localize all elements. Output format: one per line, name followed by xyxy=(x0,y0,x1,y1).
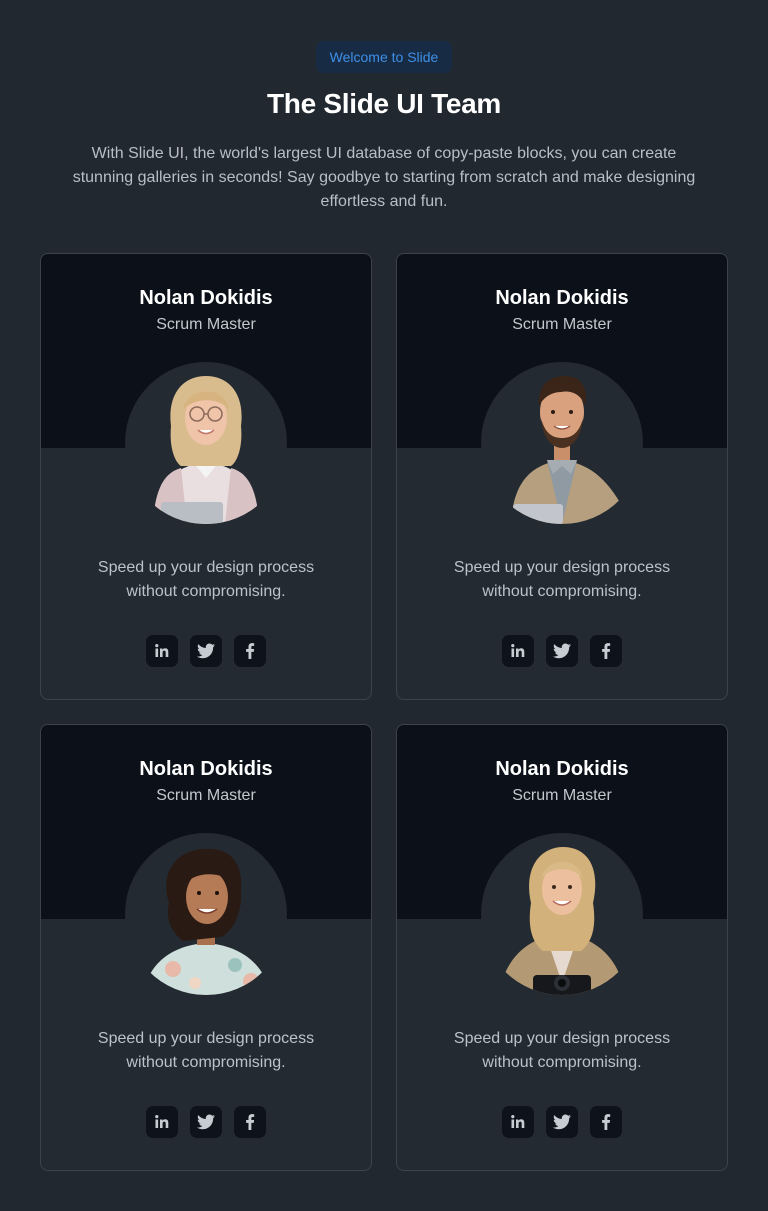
quote-line: Speed up your design process xyxy=(453,1030,671,1047)
facebook-button[interactable] xyxy=(590,1106,622,1138)
team-card: Nolan Dokidis Scrum Master Speed up your… xyxy=(40,724,372,1171)
member-quote: Speed up your design process without com… xyxy=(41,556,371,604)
twitter-button[interactable] xyxy=(190,635,222,667)
linkedin-button[interactable] xyxy=(146,635,178,667)
linkedin-icon xyxy=(511,1115,525,1128)
member-role: Scrum Master xyxy=(156,787,256,804)
quote-line: without compromising. xyxy=(126,1054,286,1071)
member-avatar xyxy=(125,362,287,524)
quote-line: Speed up your design process xyxy=(97,1030,315,1047)
twitter-button[interactable] xyxy=(546,635,578,667)
page-subtitle: With Slide UI, the world's largest UI da… xyxy=(72,145,696,210)
linkedin-button[interactable] xyxy=(502,1106,534,1138)
member-quote: Speed up your design process without com… xyxy=(397,1027,727,1075)
linkedin-icon xyxy=(155,644,169,657)
linkedin-button[interactable] xyxy=(146,1106,178,1138)
member-role: Scrum Master xyxy=(512,787,612,804)
twitter-icon xyxy=(197,1114,215,1130)
social-links xyxy=(502,635,624,667)
quote-line: without compromising. xyxy=(482,1054,642,1071)
quote-line: Speed up your design process xyxy=(97,559,315,576)
member-role: Scrum Master xyxy=(156,316,256,333)
facebook-button[interactable] xyxy=(234,635,266,667)
team-section: Welcome to Slide The Slide UI Team With … xyxy=(0,0,768,1211)
facebook-button[interactable] xyxy=(234,1106,266,1138)
twitter-button[interactable] xyxy=(190,1106,222,1138)
member-avatar xyxy=(481,362,643,524)
linkedin-icon xyxy=(511,644,525,657)
welcome-badge: Welcome to Slide xyxy=(316,41,452,73)
team-card: Nolan Dokidis Scrum Master Speed up your… xyxy=(40,253,372,700)
facebook-button[interactable] xyxy=(590,635,622,667)
twitter-icon xyxy=(553,643,571,659)
quote-line: Speed up your design process xyxy=(453,559,671,576)
team-card: Nolan Dokidis Scrum Master Speed up your… xyxy=(396,253,728,700)
quote-line: without compromising. xyxy=(126,583,286,600)
member-avatar xyxy=(481,833,643,995)
member-name: Nolan Dokidis xyxy=(139,287,273,309)
member-avatar xyxy=(125,833,287,995)
quote-line: without compromising. xyxy=(482,583,642,600)
member-name: Nolan Dokidis xyxy=(495,758,629,780)
linkedin-icon xyxy=(155,1115,169,1128)
member-name: Nolan Dokidis xyxy=(495,287,629,309)
twitter-icon xyxy=(553,1114,571,1130)
page-title: The Slide UI Team xyxy=(267,88,501,119)
twitter-icon xyxy=(197,643,215,659)
member-role: Scrum Master xyxy=(512,316,612,333)
facebook-icon xyxy=(246,643,255,659)
member-quote: Speed up your design process without com… xyxy=(397,556,727,604)
member-quote: Speed up your design process without com… xyxy=(41,1027,371,1075)
twitter-button[interactable] xyxy=(546,1106,578,1138)
team-card: Nolan Dokidis Scrum Master Speed up your… xyxy=(396,724,728,1171)
facebook-icon xyxy=(602,1114,611,1130)
social-links xyxy=(146,635,268,667)
facebook-icon xyxy=(602,643,611,659)
social-links xyxy=(146,1106,268,1138)
facebook-icon xyxy=(246,1114,255,1130)
member-name: Nolan Dokidis xyxy=(139,758,273,780)
linkedin-button[interactable] xyxy=(502,635,534,667)
social-links xyxy=(502,1106,624,1138)
